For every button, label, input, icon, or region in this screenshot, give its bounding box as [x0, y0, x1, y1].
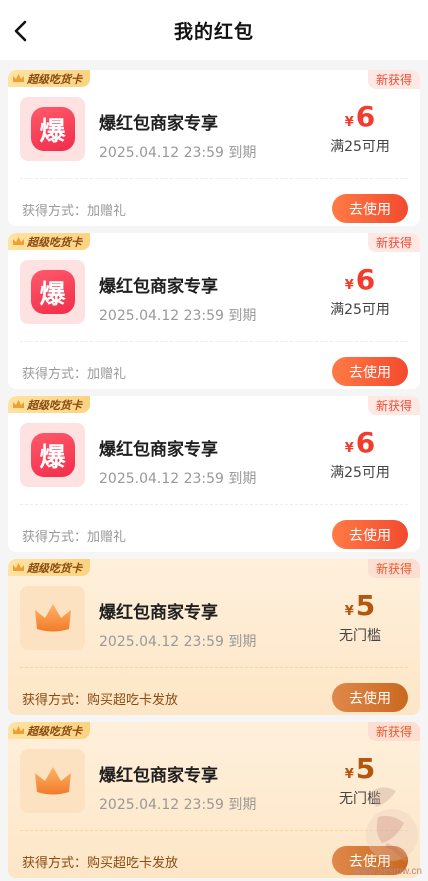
acquire-method: 获得方式：购买超吃卡发放 — [22, 693, 179, 708]
super-foodie-card-tag: 超级吃货卡 — [8, 70, 90, 87]
divider — [20, 667, 408, 668]
crown-icon — [34, 767, 71, 795]
top-nav-bar: 我的红包 — [0, 0, 428, 60]
use-button[interactable]: 去使用 — [332, 520, 408, 549]
tag-label: 超级吃货卡 — [27, 235, 82, 249]
coupon-amount: 6 — [355, 100, 376, 133]
merchant-logo: 爆 — [20, 423, 85, 487]
coupon-expire: 2025.04.12 23:59 到期 — [99, 797, 257, 813]
tag-label: 超级吃货卡 — [27, 561, 82, 575]
crown-icon — [13, 400, 24, 408]
currency-symbol: ¥ — [344, 604, 354, 619]
coupon-price: ¥ 6 满25可用 — [320, 426, 400, 482]
crown-icon — [13, 726, 24, 734]
bao-logo-icon: 爆 — [30, 270, 75, 314]
divider — [20, 341, 408, 342]
coupon-condition: 满25可用 — [330, 465, 390, 481]
coupon-card: 超级吃货卡 新获得 爆红包商家专享 2025.04.12 23:59 到期 ¥ … — [8, 559, 420, 715]
coupon-name: 爆红包商家专享 — [99, 766, 218, 786]
coupon-card: 超级吃货卡 新获得 爆 爆红包商家专享 2025.04.12 23:59 到期 … — [8, 70, 420, 226]
super-foodie-card-tag: 超级吃货卡 — [8, 233, 90, 250]
new-badge: 新获得 — [367, 559, 420, 578]
crown-icon — [13, 563, 24, 571]
acquire-method: 获得方式：加赠礼 — [22, 204, 127, 219]
coupon-price: ¥ 6 满25可用 — [320, 100, 400, 156]
super-foodie-card-tag: 超级吃货卡 — [8, 722, 90, 739]
divider — [20, 178, 408, 179]
merchant-logo: 爆 — [20, 97, 85, 161]
coupon-name: 爆红包商家专享 — [99, 440, 218, 460]
new-badge: 新获得 — [367, 233, 420, 252]
coupon-amount: 5 — [355, 589, 376, 622]
acquire-method: 获得方式：加赠礼 — [22, 367, 127, 382]
coupon-expire: 2025.04.12 23:59 到期 — [99, 308, 257, 324]
coupon-amount: 6 — [355, 263, 376, 296]
super-foodie-card-tag: 超级吃货卡 — [8, 396, 90, 413]
coupon-name: 爆红包商家专享 — [99, 603, 218, 623]
chevron-left-icon — [14, 20, 27, 42]
coupon-price: ¥ 5 无门槛 — [320, 752, 400, 808]
coupon-expire: 2025.04.12 23:59 到期 — [99, 634, 257, 650]
currency-symbol: ¥ — [344, 441, 354, 456]
coupon-amount: 5 — [355, 752, 376, 785]
crown-icon — [13, 74, 24, 82]
coupon-price: ¥ 5 无门槛 — [320, 589, 400, 645]
currency-symbol: ¥ — [344, 767, 354, 782]
bao-logo-icon: 爆 — [30, 107, 75, 151]
card-logo — [20, 586, 85, 650]
coupon-card: 超级吃货卡 新获得 爆红包商家专享 2025.04.12 23:59 到期 ¥ … — [8, 722, 420, 878]
divider — [20, 504, 408, 505]
acquire-method: 获得方式：加赠礼 — [22, 530, 127, 545]
divider — [20, 830, 408, 831]
card-logo — [20, 749, 85, 813]
tag-label: 超级吃货卡 — [27, 398, 82, 412]
crown-icon — [13, 237, 24, 245]
bao-logo-icon: 爆 — [30, 433, 75, 477]
super-foodie-card-tag: 超级吃货卡 — [8, 559, 90, 576]
crown-icon — [34, 604, 71, 632]
coupon-card: 超级吃货卡 新获得 爆 爆红包商家专享 2025.04.12 23:59 到期 … — [8, 233, 420, 389]
watermark-url: www.5esmw.cn — [353, 866, 422, 877]
back-button[interactable] — [6, 16, 34, 46]
coupon-expire: 2025.04.12 23:59 到期 — [99, 145, 257, 161]
coupon-card: 超级吃货卡 新获得 爆 爆红包商家专享 2025.04.12 23:59 到期 … — [8, 396, 420, 552]
coupon-condition: 无门槛 — [339, 791, 381, 807]
page-title: 我的红包 — [173, 20, 254, 43]
tag-label: 超级吃货卡 — [27, 724, 82, 738]
tag-label: 超级吃货卡 — [27, 72, 82, 86]
use-button[interactable]: 去使用 — [332, 683, 408, 712]
new-badge: 新获得 — [367, 70, 420, 89]
merchant-logo: 爆 — [20, 260, 85, 324]
coupon-condition: 满25可用 — [330, 302, 390, 318]
currency-symbol: ¥ — [344, 115, 354, 130]
coupon-condition: 满25可用 — [330, 139, 390, 155]
use-button[interactable]: 去使用 — [332, 357, 408, 386]
currency-symbol: ¥ — [344, 278, 354, 293]
coupon-name: 爆红包商家专享 — [99, 114, 218, 134]
coupon-expire: 2025.04.12 23:59 到期 — [99, 471, 257, 487]
coupon-amount: 6 — [355, 426, 376, 459]
use-button[interactable]: 去使用 — [332, 194, 408, 223]
coupon-name: 爆红包商家专享 — [99, 277, 218, 297]
coupon-condition: 无门槛 — [339, 628, 381, 644]
coupon-price: ¥ 6 满25可用 — [320, 263, 400, 319]
acquire-method: 获得方式：购买超吃卡发放 — [22, 856, 179, 871]
new-badge: 新获得 — [367, 722, 420, 741]
new-badge: 新获得 — [367, 396, 420, 415]
